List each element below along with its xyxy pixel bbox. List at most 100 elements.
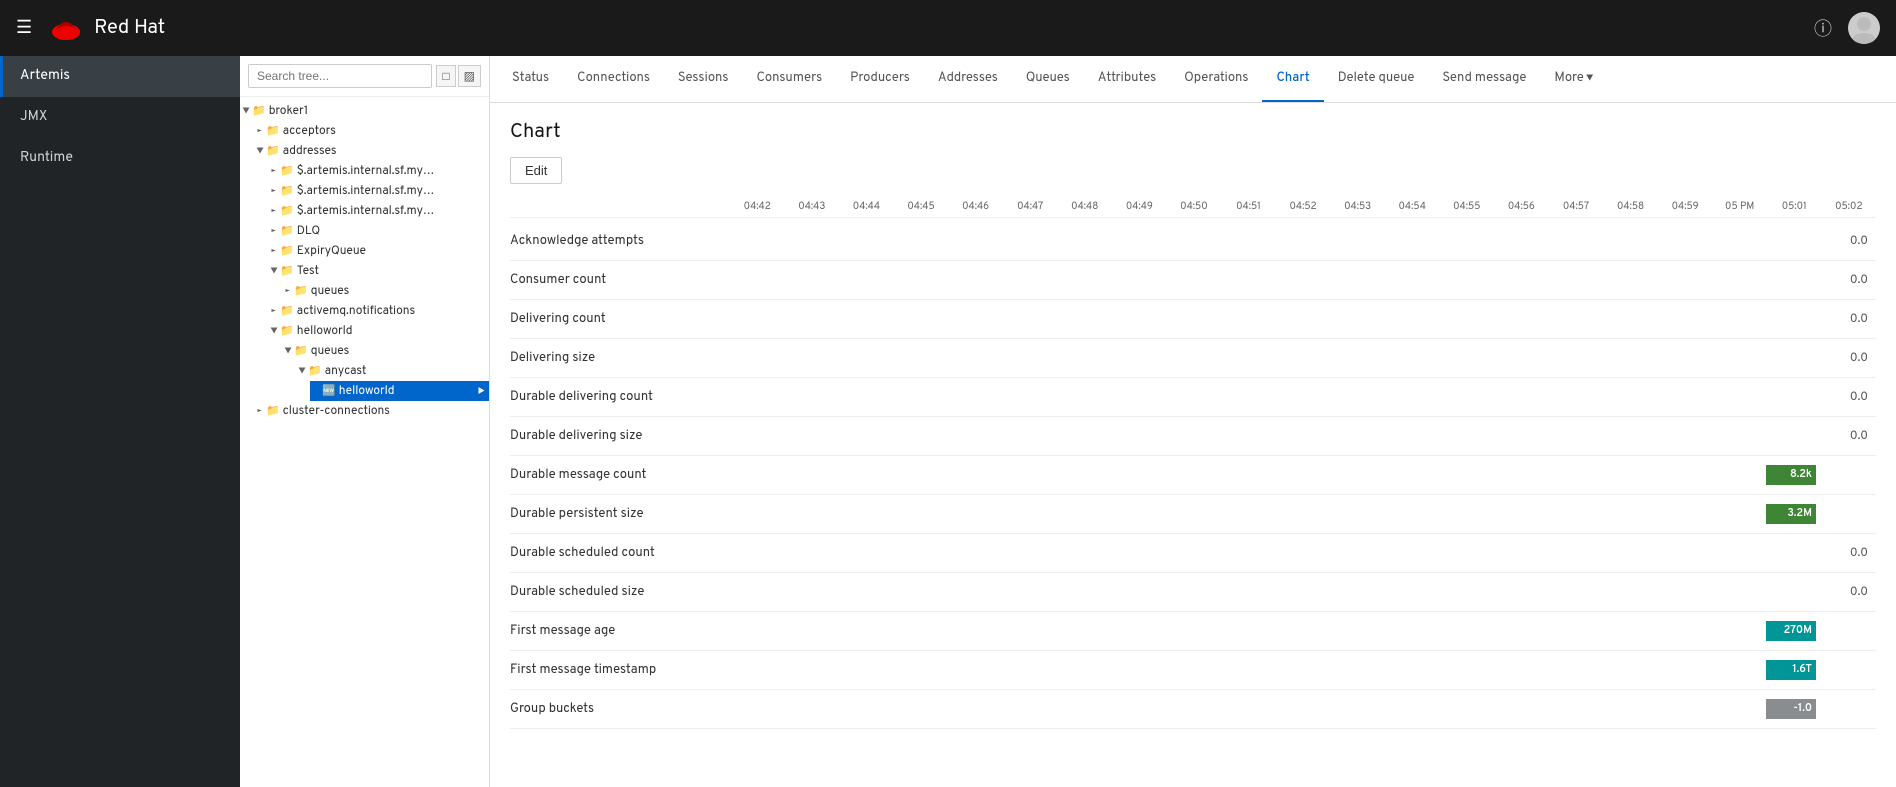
- tab-status[interactable]: Status: [498, 56, 563, 102]
- tree-label-addr1: $.artemis.internal.sf.my-cluster....: [297, 163, 437, 179]
- tab-addresses[interactable]: Addresses: [924, 56, 1012, 102]
- folder-icon: 📁: [280, 164, 294, 179]
- metric-chart-area: 1.6T: [1163, 659, 1816, 681]
- metric-value: 0.0: [1816, 584, 1876, 600]
- folder-icon: 📁: [308, 364, 322, 379]
- tab-attributes[interactable]: Attributes: [1084, 56, 1170, 102]
- tab-more[interactable]: More ▼: [1540, 56, 1607, 102]
- tab-queues[interactable]: Queues: [1012, 56, 1084, 102]
- hamburger-icon[interactable]: ☰: [16, 17, 32, 40]
- timeline-label: 04:43: [785, 200, 840, 213]
- tree-row-activemq[interactable]: ► 📁 activemq.notifications: [268, 301, 489, 321]
- tree-label-hw-queues: queues: [311, 343, 350, 359]
- timeline-label: 04:57: [1549, 200, 1604, 213]
- metric-row: First message timestamp1.6T: [510, 651, 1876, 690]
- metric-name: Delivering size: [510, 350, 1163, 366]
- queue-icon: 🆕: [322, 384, 336, 399]
- tree-row-helloworld-addr[interactable]: ▼ 📁 helloworld: [268, 321, 489, 341]
- sidebar-item-jmx[interactable]: JMX: [0, 97, 240, 138]
- spacer-icon: [310, 385, 322, 398]
- tab-operations[interactable]: Operations: [1170, 56, 1262, 102]
- tree-label-helloworld-queue: helloworld: [339, 383, 395, 399]
- metric-chart-area: [1163, 347, 1816, 369]
- metric-chart-area: -1.0: [1163, 698, 1816, 720]
- folder-icon: 📁: [280, 324, 294, 339]
- chevron-down-icon: ▼: [1586, 72, 1594, 85]
- metric-value: 0.0: [1816, 233, 1876, 249]
- tree-row-hw-queues[interactable]: ▼ 📁 queues: [282, 341, 489, 361]
- tab-consumers[interactable]: Consumers: [742, 56, 836, 102]
- tree-row-addresses[interactable]: ▼ 📁 addresses: [254, 141, 489, 161]
- metric-bar: 1.6T: [1766, 660, 1816, 680]
- tree-collapse-icon[interactable]: ▨: [458, 65, 481, 87]
- tab-connections[interactable]: Connections: [563, 56, 664, 102]
- timeline-label: 04:59: [1658, 200, 1713, 213]
- tree-row-broker1[interactable]: ▼ 📁 broker1: [240, 101, 489, 121]
- tab-delete-queue[interactable]: Delete queue: [1324, 56, 1429, 102]
- folder-icon: 📁: [280, 304, 294, 319]
- tree-search-input[interactable]: [248, 64, 432, 88]
- timeline-label: 04:58: [1603, 200, 1658, 213]
- tab-producers[interactable]: Producers: [836, 56, 924, 102]
- timeline-label: 04:45: [894, 200, 949, 213]
- tree-panel: □ ▨ ▼ 📁 broker1 ► 📁 acceptors: [240, 56, 490, 787]
- sidebar-nav: Artemis JMX Runtime: [0, 56, 240, 179]
- edit-button[interactable]: Edit: [510, 157, 562, 184]
- chevron-right-icon: ►: [254, 405, 266, 418]
- tree-row-test[interactable]: ▼ 📁 Test: [268, 261, 489, 281]
- metric-row: Acknowledge attempts0.0: [510, 222, 1876, 261]
- tree-label-activemq: activemq.notifications: [297, 303, 415, 319]
- tree-node-helloworld-addr: ▼ 📁 helloworld ▼ 📁 queu: [268, 321, 489, 401]
- timeline-label: 04:46: [948, 200, 1003, 213]
- metric-name: Consumer count: [510, 272, 1163, 288]
- chevron-right-icon: ►: [268, 185, 280, 198]
- metric-row: Consumer count0.0: [510, 261, 1876, 300]
- timeline-label: 04:51: [1221, 200, 1276, 213]
- tree-row-addr3[interactable]: ► 📁 $.artemis.internal.sf.my-cluster....: [268, 201, 489, 221]
- tree-row-expiryqueue[interactable]: ► 📁 ExpiryQueue: [268, 241, 489, 261]
- sidebar-item-runtime[interactable]: Runtime: [0, 138, 240, 179]
- folder-icon: 📁: [280, 224, 294, 239]
- tree-row-addr1[interactable]: ► 📁 $.artemis.internal.sf.my-cluster....: [268, 161, 489, 181]
- timeline-label: 04:53: [1330, 200, 1385, 213]
- tree-row-dlq[interactable]: ► 📁 DLQ: [268, 221, 489, 241]
- metric-name: Durable message count: [510, 467, 1163, 483]
- tree-label-addr2: $.artemis.internal.sf.my-cluster....: [297, 183, 437, 199]
- tree-row-helloworld-queue[interactable]: 🆕 helloworld ▶: [310, 381, 489, 401]
- chevron-right-icon: ►: [268, 205, 280, 218]
- folder-icon: 📁: [294, 284, 308, 299]
- timeline-label: 04:52: [1276, 200, 1331, 213]
- tree-label-addresses: addresses: [283, 143, 337, 159]
- metric-bar: 8.2k: [1766, 465, 1816, 485]
- tree-label-anycast: anycast: [325, 363, 367, 379]
- folder-icon: 📁: [280, 204, 294, 219]
- tree-row-addr2[interactable]: ► 📁 $.artemis.internal.sf.my-cluster....: [268, 181, 489, 201]
- tree-row-cluster-connections[interactable]: ► 📁 cluster-connections: [254, 401, 489, 421]
- tree-row-acceptors[interactable]: ► 📁 acceptors: [254, 121, 489, 141]
- sidebar-item-artemis[interactable]: Artemis: [0, 56, 240, 97]
- tab-sessions[interactable]: Sessions: [664, 56, 743, 102]
- timeline-label: 05:01: [1767, 200, 1822, 213]
- tree-label-cluster-connections: cluster-connections: [283, 403, 390, 419]
- folder-icon: 📁: [280, 244, 294, 259]
- folder-icon: 📁: [294, 344, 308, 359]
- metric-name: Durable delivering count: [510, 389, 1163, 405]
- tree-node-test: ▼ 📁 Test ► 📁 queues: [268, 261, 489, 301]
- tab-send-message[interactable]: Send message: [1428, 56, 1540, 102]
- top-nav: ☰ Red Hat ⓘ: [0, 0, 1896, 56]
- tree-expand-icon[interactable]: □: [436, 65, 455, 87]
- tree-label-dlq: DLQ: [297, 223, 320, 239]
- help-icon[interactable]: ⓘ: [1814, 15, 1832, 42]
- avatar[interactable]: [1848, 12, 1880, 44]
- metric-chart-area: [1163, 581, 1816, 603]
- tree-search-icons: □ ▨: [436, 65, 481, 87]
- tree-row-anycast[interactable]: ▼ 📁 anycast: [296, 361, 489, 381]
- metric-row: Group buckets-1.0: [510, 690, 1876, 729]
- tree-row-test-queues[interactable]: ► 📁 queues: [282, 281, 489, 301]
- brand: Red Hat: [48, 10, 165, 46]
- tab-chart[interactable]: Chart: [1262, 56, 1323, 102]
- metric-chart-area: 3.2M: [1163, 503, 1816, 525]
- metric-row: Durable message count 8.2k: [510, 456, 1876, 495]
- metric-chart-area: 270M: [1163, 620, 1816, 642]
- tree-arrow-icon: ▶: [478, 385, 485, 398]
